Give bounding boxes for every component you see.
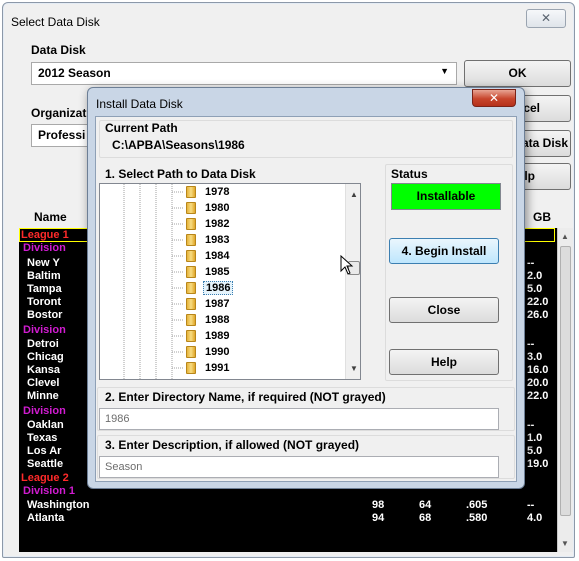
division-header: Division: [23, 324, 66, 336]
scroll-up-icon[interactable]: ▲: [561, 232, 569, 241]
folder-icon: [186, 282, 196, 294]
tree-scrollbar[interactable]: ▲ ▼: [345, 184, 360, 379]
help-button[interactable]: Help: [389, 349, 499, 375]
ok-button[interactable]: OK: [464, 60, 571, 87]
folder-icon: [186, 218, 196, 230]
team-name: Toront: [27, 296, 62, 308]
folder-icon: [186, 314, 196, 326]
gb-cell: 22.0: [527, 296, 549, 308]
gb-column-header: GB: [533, 210, 551, 224]
dialog-close-button[interactable]: ✕: [472, 89, 516, 107]
gb-cell: --: [527, 419, 535, 431]
status-label: Status: [391, 167, 428, 181]
scroll-down-icon[interactable]: ▼: [561, 539, 569, 548]
current-path-value: C:\APBA\Seasons\1986: [112, 138, 245, 152]
dialog-body: Current Path C:\APBA\Seasons\1986 1. Sel…: [95, 116, 517, 482]
league-header: League 1: [21, 229, 69, 241]
gb-cell: 22.0: [527, 390, 549, 402]
folder-icon: [186, 362, 196, 374]
gb-cell: 2.0: [527, 270, 543, 282]
team-name: New Y: [27, 257, 60, 269]
dir-name-input[interactable]: 1986: [99, 408, 499, 430]
team-name: Chicag: [27, 351, 64, 363]
begin-install-button[interactable]: 4. Begin Install: [389, 238, 499, 264]
division-header: Division: [23, 242, 66, 254]
gb-cell: 19.0: [527, 458, 549, 470]
pct-cell: .580: [466, 512, 488, 524]
gb-cell: --: [527, 257, 535, 269]
grid-scroll-thumb[interactable]: [560, 246, 571, 516]
data-disk-value: 2012 Season: [38, 66, 111, 80]
gb-cell: 16.0: [527, 364, 549, 376]
gb-cell: 20.0: [527, 377, 549, 389]
folder-tree[interactable]: 1978 1980 1982 1983 1984 1985 1986 1987 …: [99, 183, 361, 380]
mouse-cursor-icon: [340, 255, 354, 275]
team-name: Minne: [27, 390, 59, 402]
description-input[interactable]: Season: [99, 456, 499, 478]
name-column-header: Name: [34, 210, 67, 224]
wins-cell: 98: [372, 499, 385, 511]
window-title: Select Data Disk: [11, 15, 100, 29]
folder-icon: [186, 234, 196, 246]
gb-cell: 26.0: [527, 309, 549, 321]
data-disk-combo[interactable]: 2012 Season ▼: [31, 62, 457, 85]
grid-scrollbar[interactable]: ▲ ▼: [557, 228, 573, 552]
data-disk-label: Data Disk: [31, 43, 86, 57]
scroll-up-icon[interactable]: ▲: [350, 190, 358, 199]
organization-value: Professi: [38, 128, 86, 142]
chevron-down-icon: ▼: [440, 66, 449, 76]
team-name: Seattle: [27, 458, 64, 470]
gb-cell: 5.0: [527, 445, 543, 457]
gb-cell: 1.0: [527, 432, 543, 444]
window-close-button[interactable]: ✕: [526, 9, 566, 28]
losses-cell: 64: [419, 499, 432, 511]
select-path-label: 1. Select Path to Data Disk: [105, 167, 256, 181]
team-name: Bostor: [27, 309, 63, 321]
dialog-title: Install Data Disk: [96, 97, 183, 111]
team-name: Oaklan: [27, 419, 64, 431]
description-label: 3. Enter Description, if allowed (NOT gr…: [105, 438, 360, 452]
losses-cell: 68: [419, 512, 432, 524]
gb-cell: 4.0: [527, 512, 543, 524]
status-indicator: Installable: [391, 183, 501, 210]
team-name: Los Ar: [27, 445, 62, 457]
wins-cell: 94: [372, 512, 385, 524]
folder-icon: [186, 250, 196, 262]
pct-cell: .605: [466, 499, 488, 511]
gb-cell: 5.0: [527, 283, 543, 295]
team-name: Atlanta: [27, 512, 65, 524]
close-button[interactable]: Close: [389, 297, 499, 323]
division-header: Division 1: [23, 485, 75, 497]
dir-name-label: 2. Enter Directory Name, if required (NO…: [105, 390, 386, 404]
folder-icon: [186, 186, 196, 198]
division-header: Division: [23, 405, 66, 417]
team-name: Detroi: [27, 338, 59, 350]
folder-icon: [186, 298, 196, 310]
team-name: Texas: [27, 432, 58, 444]
folder-icon: [186, 330, 196, 342]
current-path-label: Current Path: [105, 121, 178, 135]
scroll-down-icon[interactable]: ▼: [350, 364, 358, 373]
gb-cell: 3.0: [527, 351, 543, 363]
league-header: League 2: [21, 472, 69, 484]
team-name: Baltim: [27, 270, 61, 282]
gb-cell: --: [527, 499, 535, 511]
team-name: Tampa: [27, 283, 62, 295]
folder-icon: [186, 202, 196, 214]
install-data-disk-dialog: Install Data Disk ✕ Current Path C:\APBA…: [87, 87, 525, 489]
organization-label: Organizat: [31, 106, 87, 120]
folder-icon: [186, 346, 196, 358]
team-name: Washington: [27, 499, 90, 511]
gb-cell: --: [527, 338, 535, 350]
team-name: Clevel: [27, 377, 60, 389]
team-name: Kansa: [27, 364, 61, 376]
folder-icon: [186, 266, 196, 278]
